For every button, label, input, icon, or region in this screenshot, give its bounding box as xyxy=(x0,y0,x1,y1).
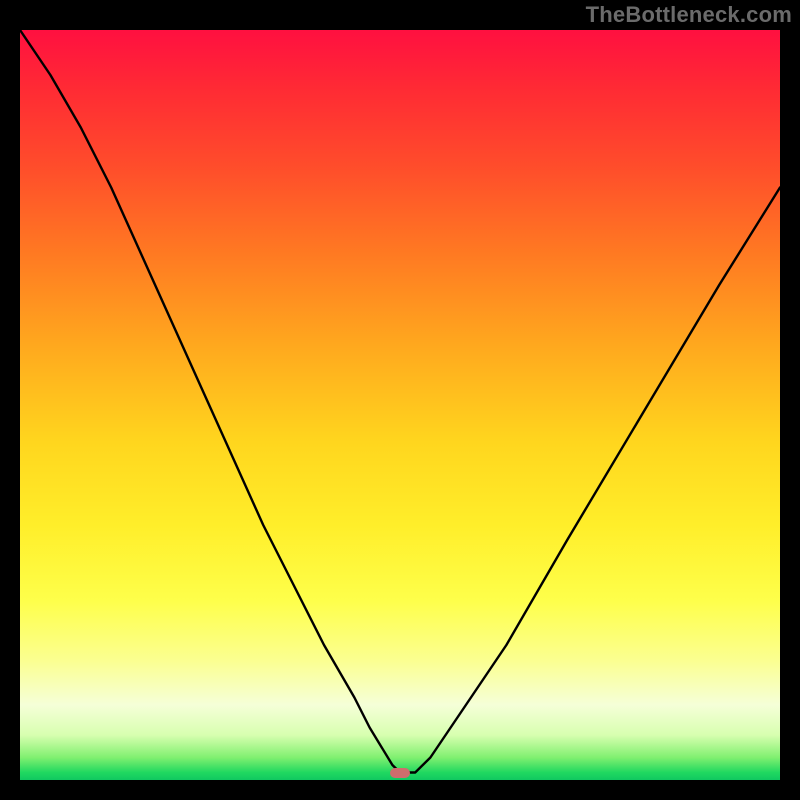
optimal-marker xyxy=(390,768,410,778)
chart-frame: TheBottleneck.com xyxy=(0,0,800,800)
curve-svg xyxy=(20,30,780,780)
watermark-label: TheBottleneck.com xyxy=(586,2,792,28)
bottleneck-curve xyxy=(20,30,780,773)
plot-area xyxy=(20,30,780,780)
